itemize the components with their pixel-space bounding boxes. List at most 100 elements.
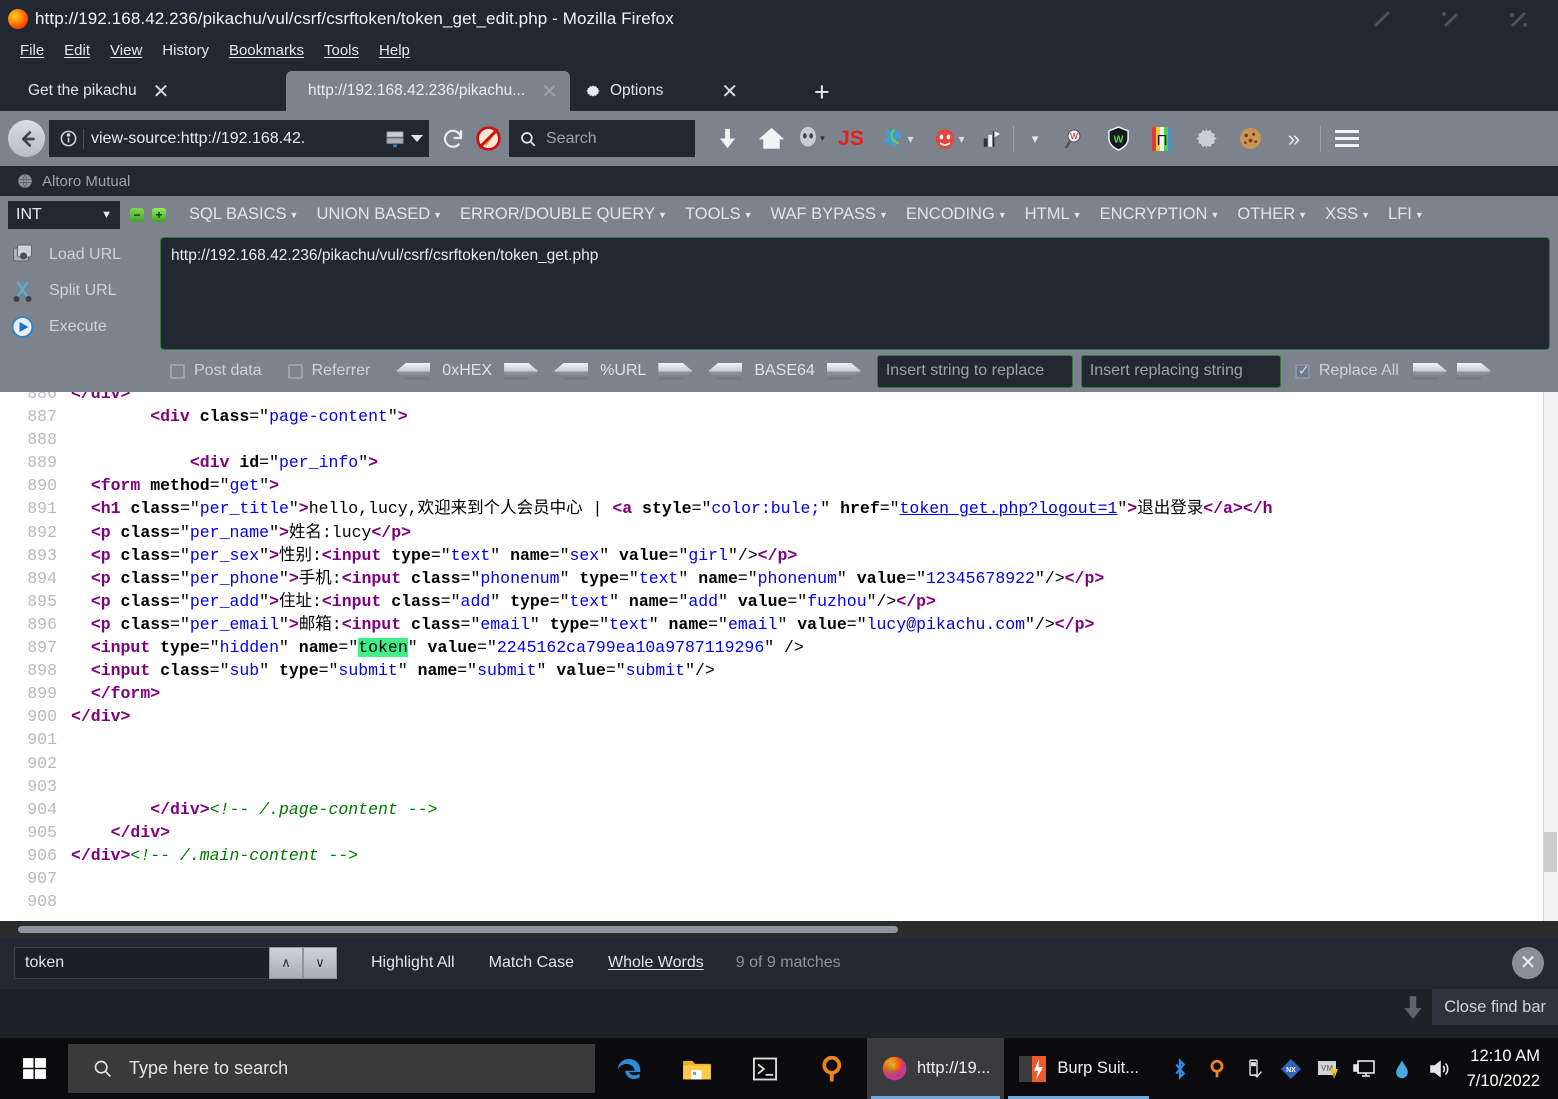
ghostery-icon[interactable]: ▾ <box>793 119 829 159</box>
taskbar-search-everything-icon[interactable] <box>799 1038 867 1099</box>
source-vertical-scrollbar[interactable] <box>1543 392 1558 937</box>
scrollbar-thumb[interactable] <box>18 926 898 933</box>
menu-history[interactable]: History <box>152 40 219 61</box>
url-encode-button[interactable] <box>658 362 693 380</box>
hackbar-menu-lfi[interactable]: LFI ▼ <box>1379 205 1433 224</box>
taskbar-firefox-window[interactable]: http://19... <box>867 1038 1005 1099</box>
info-icon[interactable] <box>55 129 81 148</box>
wappalyzer-icon[interactable]: W <box>1052 119 1096 159</box>
back-arrow-icon[interactable] <box>8 120 45 157</box>
maximize-button[interactable] <box>1416 0 1484 37</box>
hackbar-split-url-button[interactable]: Split URL <box>10 273 160 309</box>
tamper-data-icon[interactable]: ▾ <box>923 119 975 159</box>
hackbar-menu-tools[interactable]: TOOLS ▼ <box>676 205 762 224</box>
noscript-icon[interactable] <box>471 124 505 153</box>
find-previous-button[interactable]: ∧ <box>269 947 303 979</box>
water-drop-icon[interactable] <box>1383 1038 1420 1099</box>
taskbar-burp-suite-window[interactable]: Burp Suit... <box>1004 1038 1153 1099</box>
base64-decode-button[interactable] <box>708 362 743 380</box>
menu-file[interactable]: File <box>10 40 54 61</box>
tab-close-icon[interactable]: ✕ <box>153 81 170 101</box>
tab-view-source[interactable]: http://192.168.42.236/pikachu... ✕ <box>286 71 570 111</box>
chevron-down-icon[interactable]: ▾ <box>907 132 913 146</box>
server-icon[interactable] <box>384 128 406 150</box>
hackbar-referrer-checkbox[interactable]: Referrer <box>287 362 370 380</box>
hex-encode-button[interactable] <box>504 362 539 380</box>
tab-options[interactable]: Options ✕ <box>570 71 800 111</box>
reload-button[interactable] <box>435 127 471 151</box>
hackbar-menu-xss[interactable]: XSS ▼ <box>1316 205 1379 224</box>
base64-encode-button[interactable] <box>826 362 861 380</box>
search-input[interactable]: Search <box>546 130 597 148</box>
hackbar-load-url-button[interactable]: Load URL <box>10 237 160 273</box>
menu-edit[interactable]: Edit <box>54 40 100 61</box>
chevron-down-icon[interactable]: ▾ <box>958 132 964 146</box>
hackbar-mode-select[interactable]: INT ▼ <box>8 200 120 229</box>
taskbar-search-box[interactable]: Type here to search <box>68 1044 595 1093</box>
menu-help[interactable]: Help <box>369 40 420 61</box>
bookmark-altoro-mutual[interactable]: Altoro Mutual <box>42 173 130 190</box>
hackbar-collapse-button[interactable]: − <box>130 207 144 222</box>
hackbar-menu-encryption[interactable]: ENCRYPTION ▼ <box>1091 205 1229 224</box>
hackbar-menu-sql-basics[interactable]: SQL BASICS ▼ <box>180 205 307 224</box>
tab-get-the-pikachu[interactable]: Get the pikachu ✕ <box>6 71 286 111</box>
close-button[interactable] <box>1484 0 1552 37</box>
url-input[interactable]: view-source:http://192.168.42. <box>91 130 384 148</box>
hackbar-replace-search-input[interactable]: Insert string to replace <box>876 354 1073 388</box>
minimize-button[interactable] <box>1348 0 1416 37</box>
hackbar-menu-waf-bypass[interactable]: WAF BYPASS ▼ <box>762 205 897 224</box>
hackbar-replace-all-checkbox[interactable]: Replace All <box>1294 362 1399 380</box>
tab-close-icon[interactable]: ✕ <box>541 81 558 101</box>
everything-search-icon[interactable] <box>1198 1038 1235 1099</box>
view-source-content[interactable]: 886 </div> 887 <div class="page-content"> 8… <box>0 392 1558 937</box>
url-bar[interactable]: view-source:http://192.168.42. <box>49 120 429 157</box>
taskbar-edge-icon[interactable] <box>595 1038 663 1099</box>
url-decode-button[interactable] <box>554 362 589 380</box>
home-icon[interactable] <box>749 119 793 159</box>
color-picker-icon[interactable]: П <box>1140 119 1184 159</box>
taskbar-terminal-icon[interactable] <box>731 1038 799 1099</box>
find-next-button[interactable]: ∨ <box>303 947 337 979</box>
find-highlight-all-button[interactable]: Highlight All <box>371 954 455 972</box>
hackbar-execute-button[interactable]: Execute <box>10 309 160 345</box>
source-horizontal-scrollbar[interactable] <box>0 921 1558 937</box>
bluetooth-icon[interactable] <box>1161 1038 1198 1099</box>
chevron-down-icon[interactable]: ▾ <box>820 133 825 144</box>
chevron-down-icon[interactable] <box>411 135 423 142</box>
hackbar-url-textarea[interactable]: http://192.168.42.236/pikachu/vul/csrf/c… <box>160 237 1550 350</box>
hackbar-menu-other[interactable]: OTHER ▼ <box>1228 205 1316 224</box>
javascript-toggle-icon[interactable]: JS <box>829 119 873 159</box>
windows-start-icon[interactable] <box>0 1038 68 1099</box>
menu-view[interactable]: View <box>100 40 152 61</box>
menu-tools[interactable]: Tools <box>314 40 369 61</box>
hackbar-expand-button[interactable]: + <box>152 207 166 222</box>
hackbar-post-data-checkbox[interactable]: Post data <box>170 362 262 380</box>
hex-decode-button[interactable] <box>396 362 431 380</box>
extension-dropdown-icon[interactable]: ▾ <box>1018 119 1052 159</box>
usb-safely-remove-icon[interactable] <box>1235 1038 1272 1099</box>
foxyproxy-icon[interactable]: ▾ <box>873 119 923 159</box>
cookie-manager-icon[interactable] <box>1228 119 1272 159</box>
menu-bookmarks[interactable]: Bookmarks <box>219 40 314 61</box>
hackbar-replace-with-input[interactable]: Insert replacing string <box>1080 354 1281 388</box>
hackbar-menu-error-double-query[interactable]: ERROR/DOUBLE QUERY ▼ <box>451 205 676 224</box>
overflow-chevrons-icon[interactable]: » <box>1272 119 1316 159</box>
hackbar-menu-union-based[interactable]: UNION BASED ▼ <box>307 205 451 224</box>
web-developer-icon[interactable]: W <box>1096 119 1140 159</box>
tab-close-icon[interactable]: ✕ <box>721 81 738 101</box>
scrollbar-thumb[interactable] <box>1544 832 1557 872</box>
vmware-icon[interactable]: VM! <box>1309 1038 1346 1099</box>
hackbar-menu-encoding[interactable]: ENCODING ▼ <box>897 205 1016 224</box>
find-input[interactable]: token <box>14 947 270 979</box>
remote-display-icon[interactable] <box>1346 1038 1383 1099</box>
nexus-icon[interactable]: NX <box>1272 1038 1309 1099</box>
new-tab-button[interactable]: + <box>814 79 830 106</box>
hamburger-menu-icon[interactable] <box>1325 130 1369 147</box>
find-match-case-button[interactable]: Match Case <box>489 954 574 972</box>
hackbar-icon[interactable] <box>975 119 1009 159</box>
hackbar-menu-html[interactable]: HTML ▼ <box>1016 205 1091 224</box>
find-close-button[interactable]: ✕ <box>1512 947 1544 979</box>
taskbar-clock[interactable]: 12:10 AM 7/10/2022 <box>1467 1044 1540 1094</box>
find-whole-words-button[interactable]: Whole Words <box>608 954 704 972</box>
taskbar-file-explorer-icon[interactable] <box>663 1038 731 1099</box>
